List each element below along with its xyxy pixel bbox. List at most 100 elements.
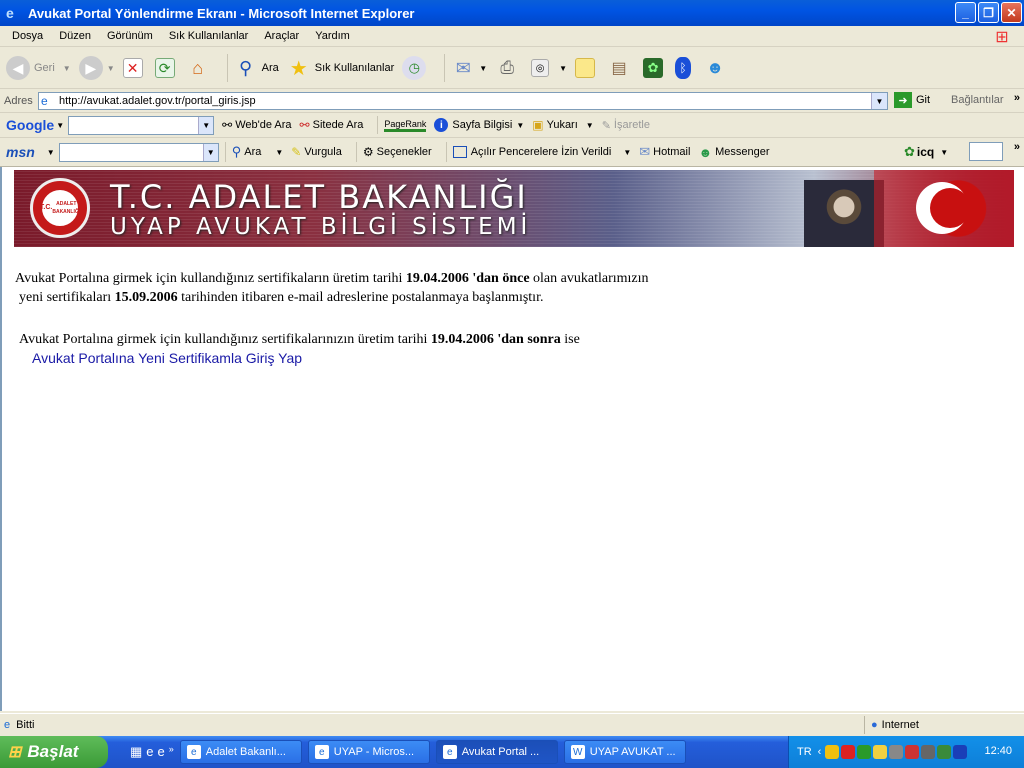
start-button[interactable]: ⊞ Başlat	[0, 736, 108, 768]
chevron-left-icon[interactable]: ‹	[818, 746, 822, 758]
icq-input[interactable]	[969, 142, 1003, 161]
tray-icon[interactable]	[857, 745, 872, 759]
search-icon: ⚲	[231, 144, 242, 159]
icq-button[interactable]: ✿ icq ▼	[904, 144, 948, 160]
messenger-toolbar-button[interactable]: ☻	[703, 56, 731, 80]
go-button[interactable]: ➜ Git	[894, 92, 930, 108]
highlight-button[interactable]: ✎ Vurgula	[291, 145, 342, 159]
info-icon: i	[434, 118, 449, 132]
tray-icons	[825, 745, 968, 759]
page-info-button[interactable]: i Sayfa Bilgisi ▼	[434, 118, 524, 132]
tray-icon[interactable]	[873, 745, 888, 759]
web-search-button[interactable]: ⚯ Web'de Ara	[222, 118, 291, 132]
messenger-button[interactable]: ☻ Messenger	[698, 145, 769, 160]
chevron-down-icon[interactable]: ▼	[56, 121, 64, 130]
taskbar-item[interactable]: W UYAP AVUKAT ...	[563, 740, 686, 764]
banner-subtitle: UYAP AVUKAT BİLGİ SİSTEMİ	[110, 214, 532, 240]
windows-flag-icon: ⊞	[8, 744, 22, 761]
language-indicator[interactable]: TR	[797, 746, 812, 758]
tray-icon[interactable]	[953, 745, 968, 759]
msn-search-button[interactable]: ⚲ Ara ▼	[232, 144, 284, 160]
notice-line-3: Avukat Portalına girmek için kullandığın…	[19, 332, 580, 347]
chevron-right-icon[interactable]: »	[1014, 92, 1020, 104]
mail-icon: ✉	[639, 144, 651, 159]
toolbar-separator	[445, 142, 447, 162]
menu-tools[interactable]: Araçlar	[256, 30, 307, 42]
back-button[interactable]: ◀ Geri ▼	[6, 56, 71, 80]
chevron-down-icon: ▼	[479, 63, 488, 73]
messenger-icon: ☻	[706, 58, 725, 77]
mark-button[interactable]: ✎ İşaretle	[602, 119, 650, 132]
taskbar-item[interactable]: e Adalet Bakanlı...	[179, 740, 302, 764]
stop-button[interactable]: ✕	[122, 58, 147, 78]
options-button[interactable]: ⚙ Seçenekler	[363, 145, 432, 159]
taskbar-item[interactable]: e UYAP - Micros...	[307, 740, 430, 764]
chevron-down-icon[interactable]: ▼	[47, 148, 55, 157]
search-button[interactable]: ⚲ Ara	[234, 56, 279, 80]
word-icon: W	[570, 745, 585, 759]
refresh-button[interactable]: ⟳	[154, 58, 179, 78]
note-icon	[575, 58, 596, 78]
menu-view[interactable]: Görünüm	[99, 30, 161, 42]
forward-button[interactable]: ▶ ▼	[78, 56, 115, 80]
tray-icon[interactable]	[921, 745, 936, 759]
menu-favorites[interactable]: Sık Kullanılanlar	[161, 30, 257, 42]
research-icon: ▤	[611, 60, 627, 77]
address-label: Adres	[4, 94, 33, 107]
tray-icon[interactable]	[841, 745, 856, 759]
up-button[interactable]: ▣ Yukarı ▼	[532, 118, 593, 132]
menu-file[interactable]: Dosya	[4, 30, 51, 42]
google-search-input[interactable]: ▼	[68, 115, 215, 135]
tray-icon[interactable]	[937, 745, 952, 759]
globe-icon: ●	[871, 719, 878, 731]
minimize-button[interactable]: _	[955, 2, 976, 23]
ie-quicklaunch-icon[interactable]: e	[146, 744, 153, 760]
tray-icon[interactable]	[825, 745, 840, 759]
go-arrow-icon: ➜	[894, 92, 912, 108]
history-button[interactable]: ◷	[402, 56, 430, 80]
menu-help[interactable]: Yardım	[307, 30, 358, 42]
chevron-down-icon[interactable]: ▼	[107, 64, 115, 73]
show-desktop-icon[interactable]: ▦	[130, 744, 142, 760]
clock[interactable]: 12:40	[984, 745, 1012, 757]
print-button[interactable]: ⎙	[495, 56, 523, 80]
mail-button[interactable]: ✉ ▼	[451, 56, 487, 80]
address-dropdown-button[interactable]: ▼	[871, 93, 887, 109]
msn-logo[interactable]: msn	[6, 144, 35, 160]
edit-button[interactable]: ◎ ▼	[531, 59, 567, 77]
address-url: http://avukat.adalet.gov.tr/portal_giris…	[59, 95, 256, 107]
ie-icon: e	[6, 5, 14, 21]
favorites-button[interactable]: ★ Sık Kullanılanlar	[287, 56, 394, 80]
hotmail-button[interactable]: ✉ Hotmail	[639, 144, 690, 160]
ie-icon: e	[442, 745, 457, 759]
tray-icon[interactable]	[905, 745, 920, 759]
site-search-button[interactable]: ⚯ Sitede Ara	[300, 118, 364, 132]
research-button[interactable]: ▤	[607, 56, 635, 80]
google-logo[interactable]: Google	[6, 117, 54, 133]
links-button[interactable]: Bağlantılar	[951, 94, 1004, 106]
menu-edit[interactable]: Düzen	[51, 30, 99, 42]
address-input[interactable]: e http://avukat.adalet.gov.tr/portal_gir…	[38, 92, 888, 110]
chevron-down-icon[interactable]: ▼	[63, 64, 71, 73]
icq-toolbar-button[interactable]: ✿	[643, 58, 667, 78]
toolbar-separator	[226, 54, 228, 82]
pagerank-indicator[interactable]: PageRank	[384, 119, 427, 132]
chevron-down-icon[interactable]: ▼	[198, 116, 214, 134]
close-button[interactable]: ✕	[1001, 2, 1022, 23]
search-icon: ⚲	[239, 57, 253, 78]
network-icon[interactable]	[889, 745, 904, 759]
bluetooth-button[interactable]: ᛒ	[675, 57, 695, 79]
popups-button[interactable]: Açılır Pencerelere İzin Verildi ▼	[452, 146, 631, 158]
taskbar-item-active[interactable]: e Avukat Portal ...	[435, 740, 558, 764]
chevron-right-icon[interactable]: »	[1014, 141, 1020, 153]
messenger-icon: ☻	[698, 144, 713, 160]
new-certificate-login-link[interactable]: Avukat Portalına Yeni Sertifikamla Giriş…	[32, 350, 302, 366]
maximize-button[interactable]: ❐	[978, 2, 999, 23]
window-titlebar[interactable]: e Avukat Portal Yönlendirme Ekranı - Mic…	[0, 0, 1024, 26]
discuss-button[interactable]	[575, 58, 599, 78]
home-button[interactable]: ⌂	[187, 57, 213, 79]
msn-search-input[interactable]: ▼	[58, 142, 219, 162]
chevron-down-icon[interactable]: ▼	[202, 143, 218, 161]
ie-quicklaunch-icon[interactable]: e	[158, 744, 165, 760]
chevron-right-icon[interactable]: »	[169, 744, 174, 760]
